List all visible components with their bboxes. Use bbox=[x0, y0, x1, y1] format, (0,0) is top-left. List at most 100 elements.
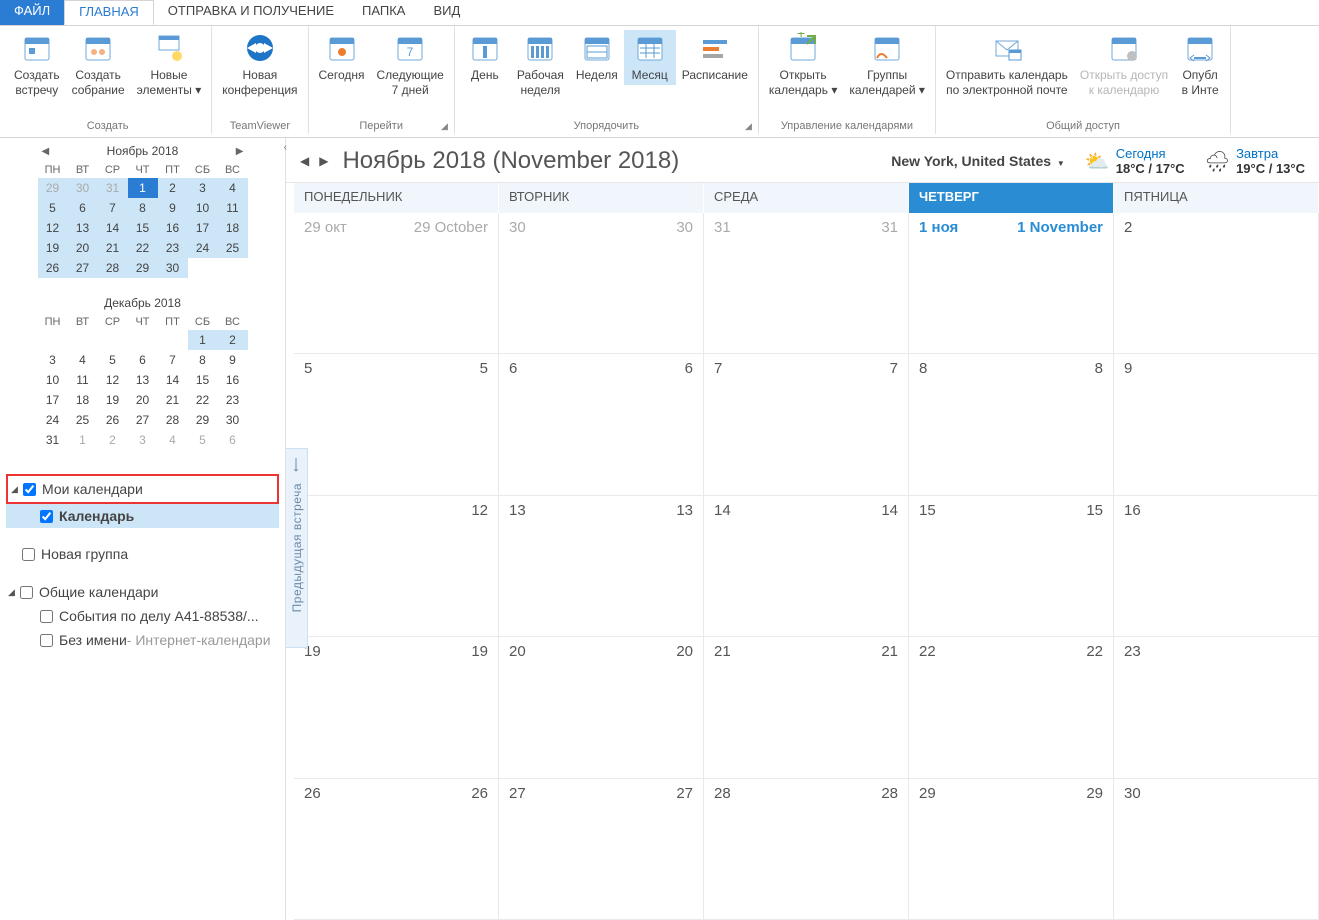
tab-folder[interactable]: ПАПКА bbox=[348, 0, 419, 25]
mini-cal-day[interactable]: 30 bbox=[158, 258, 188, 278]
mini-cal-day[interactable]: 10 bbox=[38, 370, 68, 390]
day-cell[interactable]: 1 ноя1 November bbox=[909, 213, 1114, 354]
mini-cal-day[interactable]: 29 bbox=[38, 178, 68, 198]
day-cell[interactable]: 1313 bbox=[499, 496, 704, 637]
day-cell[interactable]: 2929 bbox=[909, 779, 1114, 920]
mini-cal-day[interactable]: 15 bbox=[188, 370, 218, 390]
mini-cal-day[interactable]: 7 bbox=[98, 198, 128, 218]
mini-cal-day[interactable]: 6 bbox=[218, 430, 248, 450]
mini-cal-day[interactable]: 16 bbox=[158, 218, 188, 238]
mini-cal-day[interactable]: 12 bbox=[38, 218, 68, 238]
mini-cal-day[interactable]: 28 bbox=[98, 258, 128, 278]
schedule-button[interactable]: Расписание bbox=[676, 30, 754, 85]
mini-cal-day[interactable]: 20 bbox=[68, 238, 98, 258]
tree-new-group[interactable]: Новая группа bbox=[6, 542, 279, 566]
mini-cal-day[interactable]: 12 bbox=[98, 370, 128, 390]
mini-cal-day[interactable]: 23 bbox=[158, 238, 188, 258]
mini-cal-day[interactable]: 25 bbox=[218, 238, 248, 258]
dialog-launcher-icon[interactable]: ◢ bbox=[441, 121, 448, 132]
day-cell[interactable]: 3131 bbox=[704, 213, 909, 354]
calendar-groups-button[interactable]: Группыкалендарей ▾ bbox=[843, 30, 931, 100]
next-month-icon[interactable]: ▶ bbox=[319, 154, 328, 168]
day-cell[interactable]: 23 bbox=[1114, 637, 1319, 778]
next7-button[interactable]: 7Следующие7 дней bbox=[371, 30, 450, 100]
mini-cal-day[interactable]: 14 bbox=[158, 370, 188, 390]
checkbox-my-calendars[interactable] bbox=[23, 483, 36, 496]
mini-cal-day[interactable]: 5 bbox=[98, 350, 128, 370]
publish-button[interactable]: Опублв Инте bbox=[1174, 30, 1226, 100]
mini-cal-day[interactable]: 8 bbox=[188, 350, 218, 370]
day-cell[interactable]: 30 bbox=[1114, 779, 1319, 920]
day-cell[interactable]: 1515 bbox=[909, 496, 1114, 637]
prev-month-icon[interactable]: ◀ bbox=[42, 146, 50, 157]
mini-cal-day[interactable]: 29 bbox=[188, 410, 218, 430]
mini-cal-day[interactable]: 2 bbox=[218, 330, 248, 350]
mini-cal-day[interactable]: 21 bbox=[98, 238, 128, 258]
tab-sendreceive[interactable]: ОТПРАВКА И ПОЛУЧЕНИЕ bbox=[154, 0, 348, 25]
day-cell[interactable]: 12 bbox=[294, 496, 499, 637]
day-cell[interactable]: 9 bbox=[1114, 354, 1319, 495]
mini-cal-day[interactable]: 26 bbox=[98, 410, 128, 430]
day-cell[interactable]: 2626 bbox=[294, 779, 499, 920]
mini-cal-day[interactable]: 7 bbox=[158, 350, 188, 370]
prev-month-icon[interactable]: ◀ bbox=[300, 154, 309, 168]
mini-cal-day[interactable]: 30 bbox=[68, 178, 98, 198]
day-cell[interactable]: 2727 bbox=[499, 779, 704, 920]
mini-cal-day[interactable]: 19 bbox=[98, 390, 128, 410]
dialog-launcher-icon[interactable]: ◢ bbox=[745, 121, 752, 132]
mini-cal-day[interactable]: 13 bbox=[128, 370, 158, 390]
tree-shared-calendars[interactable]: ◢ Общие календари bbox=[6, 580, 279, 604]
mini-cal-day[interactable]: 15 bbox=[128, 218, 158, 238]
mini-cal-day[interactable]: 1 bbox=[68, 430, 98, 450]
mini-cal-day[interactable]: 3 bbox=[128, 430, 158, 450]
month-button[interactable]: Месяц bbox=[624, 30, 676, 85]
day-cell[interactable]: 3030 bbox=[499, 213, 704, 354]
day-button[interactable]: День bbox=[459, 30, 511, 85]
mini-cal-day[interactable]: 21 bbox=[158, 390, 188, 410]
mini-cal-day[interactable]: 23 bbox=[218, 390, 248, 410]
mini-cal-day[interactable]: 29 bbox=[128, 258, 158, 278]
day-cell[interactable]: 2 bbox=[1114, 213, 1319, 354]
mini-cal-day[interactable]: 18 bbox=[68, 390, 98, 410]
mini-cal-day[interactable]: 6 bbox=[128, 350, 158, 370]
new-meeting-button[interactable]: Создатьсобрание bbox=[66, 30, 131, 100]
tree-case-events[interactable]: События по делу А41-88538/... bbox=[6, 604, 279, 628]
tab-file[interactable]: ФАЙЛ bbox=[0, 0, 64, 25]
mini-cal-day[interactable]: 2 bbox=[98, 430, 128, 450]
mini-cal-day[interactable]: 11 bbox=[68, 370, 98, 390]
mini-cal-day[interactable]: 24 bbox=[188, 238, 218, 258]
workweek-button[interactable]: Рабочаянеделя bbox=[511, 30, 570, 100]
new-items-button[interactable]: Новыеэлементы ▾ bbox=[131, 30, 208, 100]
day-cell[interactable]: 2828 bbox=[704, 779, 909, 920]
checkbox-unnamed[interactable] bbox=[40, 634, 53, 647]
day-cell[interactable]: 1414 bbox=[704, 496, 909, 637]
checkbox-new-group[interactable] bbox=[22, 548, 35, 561]
mini-cal-day[interactable]: 9 bbox=[158, 198, 188, 218]
mini-cal-day[interactable]: 18 bbox=[218, 218, 248, 238]
mini-cal-day[interactable]: 1 bbox=[128, 178, 158, 198]
open-calendar-button[interactable]: +Открытькалендарь ▾ bbox=[763, 30, 843, 100]
mini-cal-day[interactable]: 17 bbox=[188, 218, 218, 238]
mini-cal-day[interactable]: 25 bbox=[68, 410, 98, 430]
tree-calendar[interactable]: Календарь bbox=[6, 504, 279, 528]
mini-cal-day[interactable]: 19 bbox=[38, 238, 68, 258]
new-appointment-button[interactable]: Создатьвстречу bbox=[8, 30, 66, 100]
email-calendar-button[interactable]: Отправить календарьпо электронной почте bbox=[940, 30, 1074, 100]
mini-cal-day[interactable]: 6 bbox=[68, 198, 98, 218]
today-button[interactable]: Сегодня bbox=[313, 30, 371, 85]
mini-cal-day[interactable]: 9 bbox=[218, 350, 248, 370]
mini-cal-day[interactable]: 8 bbox=[128, 198, 158, 218]
prev-meeting-tab[interactable]: ⟵ Предыдущая встреча bbox=[286, 448, 308, 648]
mini-cal-day[interactable]: 3 bbox=[38, 350, 68, 370]
checkbox-calendar[interactable] bbox=[40, 510, 53, 523]
mini-cal-day[interactable]: 5 bbox=[38, 198, 68, 218]
tab-view[interactable]: ВИД bbox=[419, 0, 474, 25]
next-month-icon[interactable]: ▶ bbox=[236, 146, 244, 157]
mini-cal-day[interactable]: 5 bbox=[188, 430, 218, 450]
day-cell[interactable]: 66 bbox=[499, 354, 704, 495]
checkbox-case-events[interactable] bbox=[40, 610, 53, 623]
mini-cal-day[interactable]: 17 bbox=[38, 390, 68, 410]
tab-main[interactable]: ГЛАВНАЯ bbox=[64, 0, 154, 25]
mini-cal-day[interactable]: 27 bbox=[128, 410, 158, 430]
mini-cal-day[interactable]: 3 bbox=[188, 178, 218, 198]
